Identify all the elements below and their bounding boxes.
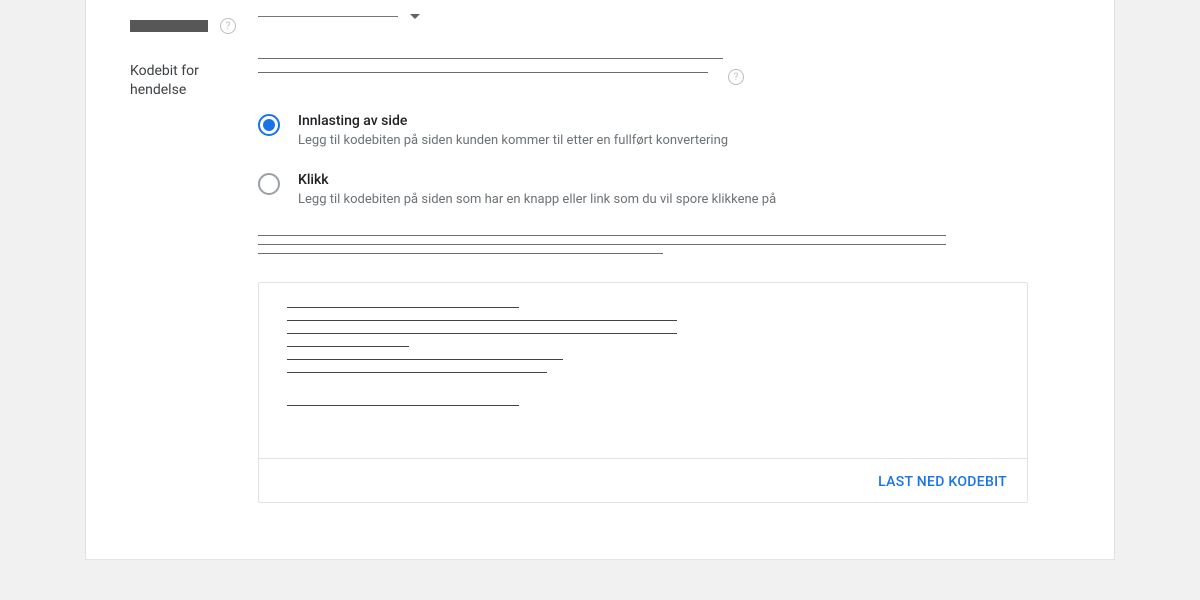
radio-option-page-load[interactable]: Innlasting av side Legg til kodebiten på… — [258, 113, 1070, 148]
code-snippet-body — [259, 283, 1027, 458]
radio-option-click[interactable]: Klikk Legg til kodebiten på siden som ha… — [258, 172, 1070, 207]
help-icon[interactable]: ? — [728, 69, 744, 85]
radio-title: Innlasting av side — [298, 113, 728, 129]
radio-icon[interactable] — [258, 114, 280, 136]
radio-icon[interactable] — [258, 173, 280, 195]
radio-title: Klikk — [298, 172, 776, 188]
event-snippet-section: Kodebit for hendelse ? Innlast — [130, 58, 1070, 503]
chevron-down-icon — [410, 14, 420, 19]
radio-group: Innlasting av side Legg til kodebiten på… — [258, 113, 1070, 207]
download-snippet-button[interactable]: LAST NED KODEBIT — [878, 474, 1007, 490]
help-icon[interactable]: ? — [220, 18, 236, 34]
instructions-text — [258, 235, 946, 254]
code-snippet-card: LAST NED KODEBIT — [258, 282, 1028, 503]
dropdown-select[interactable] — [258, 14, 1070, 23]
settings-card: ? Kodebit for hendelse ? — [85, 0, 1115, 560]
radio-description: Legg til kodebiten på siden som har en k… — [298, 192, 776, 207]
setting-row-dropdown: ? — [130, 14, 1070, 34]
section-label: Kodebit for hendelse — [130, 62, 258, 100]
radio-description: Legg til kodebiten på siden kunden komme… — [298, 133, 728, 148]
redacted-value — [258, 16, 398, 17]
code-snippet-footer: LAST NED KODEBIT — [259, 458, 1027, 502]
redacted-label — [130, 20, 208, 32]
intro-text: ? — [258, 58, 723, 85]
